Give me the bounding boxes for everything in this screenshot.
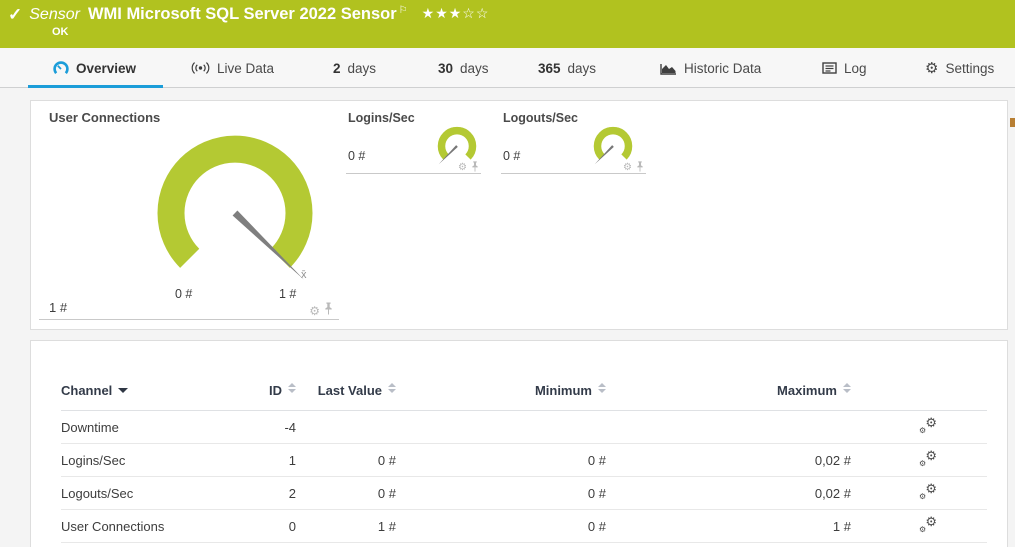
gauge-dial (147, 131, 327, 291)
tab-live-data[interactable]: Live Data (191, 48, 274, 88)
cell-maximum (606, 411, 851, 444)
sort-icon (288, 383, 296, 393)
tab-label: Historic Data (684, 61, 761, 76)
tab-overview[interactable]: Overview (53, 48, 136, 88)
page-title: WMI Microsoft SQL Server 2022 Sensor (88, 5, 397, 24)
tab-number: 365 (538, 61, 561, 76)
cell-last-value: 1 # (296, 510, 396, 543)
cell-id: 2 (261, 477, 296, 510)
gauges-panel: User Connections x̄ 0 # 1 # 1 # ⚙ Logins… (30, 100, 1008, 330)
cell-channel[interactable]: User Connections (61, 510, 261, 543)
gauge-icon (53, 61, 69, 76)
status-badge: OK (52, 26, 69, 38)
cell-minimum: 0 # (396, 444, 606, 477)
tab-historic-data[interactable]: Historic Data (660, 48, 761, 88)
gauge-title: Logins/Sec (348, 111, 415, 125)
channel-settings-gears-icon[interactable]: ⚙⚙ (919, 484, 937, 500)
tab-30-days[interactable]: 30 days (438, 48, 489, 88)
sort-icon (598, 383, 606, 393)
cell-id: -4 (261, 411, 296, 444)
cell-minimum: 0 # (396, 510, 606, 543)
cell-maximum: 0,02 # (606, 444, 851, 477)
sort-desc-icon (118, 388, 128, 393)
tab-number: 30 (438, 61, 453, 76)
tab-label: days (460, 61, 489, 76)
pin-icon[interactable] (636, 159, 644, 177)
channels-panel: Channel ID Last Value Minimum Maximum Do… (30, 340, 1008, 547)
tab-label: Live Data (217, 61, 274, 76)
tab-log[interactable]: Log (822, 48, 867, 88)
tab-label: days (568, 61, 597, 76)
table-row[interactable]: User Connections 0 1 # 0 # 1 # ⚙⚙ (61, 510, 987, 543)
pin-icon[interactable] (471, 159, 479, 177)
column-header-channel[interactable]: Channel (61, 383, 261, 411)
cell-last-value (296, 411, 396, 444)
cell-maximum: 1 # (606, 510, 851, 543)
gauge-tile-logouts[interactable]: Logouts/Sec 0 # ⚙ (501, 101, 646, 174)
cell-minimum: 0 # (396, 477, 606, 510)
gauge-scale-max: 1 # (279, 287, 296, 301)
cell-maximum: 0,02 # (606, 477, 851, 510)
cell-channel[interactable]: Logouts/Sec (61, 477, 261, 510)
cell-channel[interactable]: Logins/Sec (61, 444, 261, 477)
sort-icon (388, 383, 396, 393)
cell-id: 1 (261, 444, 296, 477)
tab-label: Overview (76, 61, 136, 76)
gauge-title: User Connections (49, 110, 160, 125)
gauge-current-value: 1 # (49, 300, 67, 315)
cell-channel[interactable]: Downtime (61, 411, 261, 444)
channel-gear-icon[interactable]: ⚙ (458, 163, 467, 173)
tab-label: days (348, 61, 377, 76)
gauge-current-value: 0 # (503, 149, 520, 163)
broadcast-icon (191, 61, 210, 75)
gauge-tile-user-connections[interactable]: User Connections x̄ 0 # 1 # 1 # ⚙ (39, 101, 339, 320)
column-header-last-value[interactable]: Last Value (296, 383, 396, 411)
tab-label: Log (844, 61, 867, 76)
table-row[interactable]: Downtime -4 ⚙⚙ (61, 411, 987, 444)
gauge-tile-logins[interactable]: Logins/Sec 0 # ⚙ (346, 101, 481, 174)
channel-settings-gears-icon[interactable]: ⚙⚙ (919, 517, 937, 533)
area-chart-icon (660, 62, 677, 75)
channel-gear-icon[interactable]: ⚙ (309, 305, 320, 317)
gauge-scale-min: 0 # (175, 287, 192, 301)
status-check-icon: ✓ (8, 5, 22, 25)
tab-2-days[interactable]: 2 days (333, 48, 376, 88)
cell-last-value: 0 # (296, 444, 396, 477)
tab-number: 2 (333, 61, 341, 76)
gear-icon: ⚙ (925, 61, 938, 76)
channel-settings-gears-icon[interactable]: ⚙⚙ (919, 451, 937, 467)
cell-id: 0 (261, 510, 296, 543)
tab-bar: Overview Live Data 2 days 30 days 365 da… (0, 48, 1015, 88)
column-header-maximum[interactable]: Maximum (606, 383, 851, 411)
sort-icon (843, 383, 851, 393)
object-kind-label: Sensor (29, 6, 80, 24)
priority-stars[interactable]: ★★★☆☆ (422, 5, 490, 22)
column-header-minimum[interactable]: Minimum (396, 383, 606, 411)
mean-marker: x̄ (301, 269, 307, 281)
sensor-header: ✓ Sensor WMI Microsoft SQL Server 2022 S… (0, 0, 1015, 48)
channels-table: Channel ID Last Value Minimum Maximum Do… (61, 383, 987, 543)
table-header-row: Channel ID Last Value Minimum Maximum (61, 383, 987, 411)
clipped-icon (1010, 118, 1015, 127)
tab-365-days[interactable]: 365 days (538, 48, 596, 88)
table-row[interactable]: Logouts/Sec 2 0 # 0 # 0,02 # ⚙⚙ (61, 477, 987, 510)
stars-empty: ☆☆ (462, 5, 489, 21)
pin-icon[interactable] (324, 302, 333, 320)
gauge-current-value: 0 # (348, 149, 365, 163)
log-icon (822, 62, 837, 74)
cell-minimum (396, 411, 606, 444)
tab-settings[interactable]: ⚙ Settings (925, 48, 994, 88)
cell-last-value: 0 # (296, 477, 396, 510)
table-row[interactable]: Logins/Sec 1 0 # 0 # 0,02 # ⚙⚙ (61, 444, 987, 477)
flag-icon[interactable]: ⚐ (399, 5, 408, 16)
stars-filled: ★★★ (422, 5, 463, 21)
channel-settings-gears-icon[interactable]: ⚙⚙ (919, 418, 937, 434)
column-header-id[interactable]: ID (261, 383, 296, 411)
channel-gear-icon[interactable]: ⚙ (623, 163, 632, 173)
tab-label: Settings (945, 61, 994, 76)
gauge-title: Logouts/Sec (503, 111, 578, 125)
